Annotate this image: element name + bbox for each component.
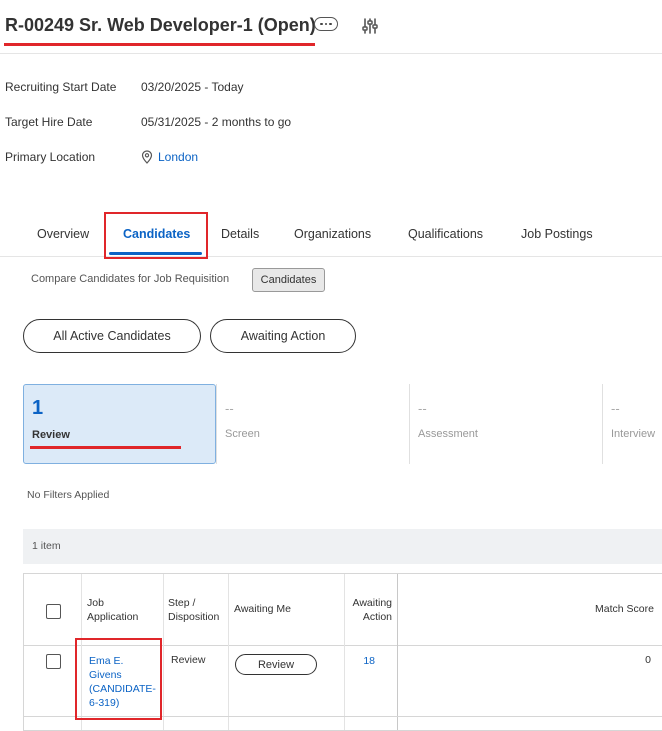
location-pin-icon: [141, 150, 153, 164]
header-line: Action: [362, 611, 392, 623]
stage-count: --: [418, 401, 427, 416]
stage-count: --: [611, 401, 620, 416]
column-divider: [344, 574, 345, 730]
stage-count: 1: [32, 397, 44, 419]
awaiting-action-link[interactable]: 18: [349, 654, 375, 668]
header-step-disposition[interactable]: Step / Disposition: [168, 596, 219, 624]
field-value: 03/20/2025 - Today: [141, 80, 244, 94]
header-line: Disposition: [168, 611, 220, 623]
compare-candidates-link[interactable]: Compare Candidates for Job Requisition: [31, 273, 229, 285]
stage-label: Screen: [225, 428, 260, 440]
page-header: R-00249 Sr. Web Developer-1 (Open): [0, 0, 662, 54]
stage-highlight-underline: [30, 446, 181, 449]
header-line: Step /: [168, 597, 196, 609]
column-divider: [397, 574, 398, 730]
tab-organizations[interactable]: Organizations: [294, 227, 371, 241]
ellipsis-icon[interactable]: [314, 17, 338, 31]
tab-job-postings[interactable]: Job Postings: [521, 227, 593, 241]
stage-count: --: [225, 401, 234, 416]
stage-label: Interview: [611, 428, 656, 440]
tab-highlight-box: [104, 212, 208, 259]
all-active-candidates-button[interactable]: All Active Candidates: [23, 319, 201, 353]
stage-screen[interactable]: -- Screen: [217, 384, 409, 464]
tab-qualifications[interactable]: Qualifications: [408, 227, 483, 241]
header-line: Awaiting: [352, 597, 393, 609]
items-count-bar: 1 item: [23, 529, 662, 564]
tab-overview[interactable]: Overview: [37, 227, 89, 241]
no-filters-text: No Filters Applied: [27, 489, 110, 501]
sliders-icon[interactable]: [361, 17, 379, 35]
location-link[interactable]: London: [158, 150, 198, 164]
candidate-highlight-box: [75, 638, 162, 720]
header-awaiting-me[interactable]: Awaiting Me: [234, 602, 291, 616]
stage-interview[interactable]: -- Interview: [603, 384, 662, 464]
column-divider: [163, 574, 164, 730]
tab-bar: Overview Candidates Details Organization…: [0, 210, 662, 257]
header-line: Job: [87, 597, 104, 609]
stage-label: Assessment: [418, 428, 478, 440]
header-line: Application: [87, 611, 139, 623]
field-value: 05/31/2025 - 2 months to go: [141, 115, 292, 129]
candidates-chip[interactable]: Candidates: [252, 268, 325, 292]
row-checkbox[interactable]: [46, 654, 61, 669]
tab-details[interactable]: Details: [221, 227, 259, 241]
step-value: Review: [171, 654, 206, 666]
header-match-score[interactable]: Match Score: [564, 602, 654, 616]
title-highlight-underline: [4, 43, 315, 46]
review-button[interactable]: Review: [235, 654, 317, 675]
header-awaiting-action[interactable]: Awaiting Action: [349, 596, 393, 624]
field-label: Primary Location: [5, 150, 96, 164]
awaiting-action-button[interactable]: Awaiting Action: [210, 319, 356, 353]
header-job-application[interactable]: Job Application: [87, 596, 138, 624]
column-divider: [228, 574, 229, 730]
stage-review[interactable]: 1 Review: [23, 384, 216, 464]
stage-label: Review: [32, 429, 70, 441]
items-count: 1 item: [32, 540, 61, 552]
page-title: R-00249 Sr. Web Developer-1 (Open): [5, 15, 316, 35]
field-primary-location: Primary Location London: [5, 150, 265, 168]
field-label: Recruiting Start Date: [5, 80, 117, 94]
stage-assessment[interactable]: -- Assessment: [410, 384, 602, 464]
match-score-value: 0: [645, 654, 651, 666]
field-label: Target Hire Date: [5, 115, 93, 129]
select-all-checkbox[interactable]: [46, 604, 61, 619]
